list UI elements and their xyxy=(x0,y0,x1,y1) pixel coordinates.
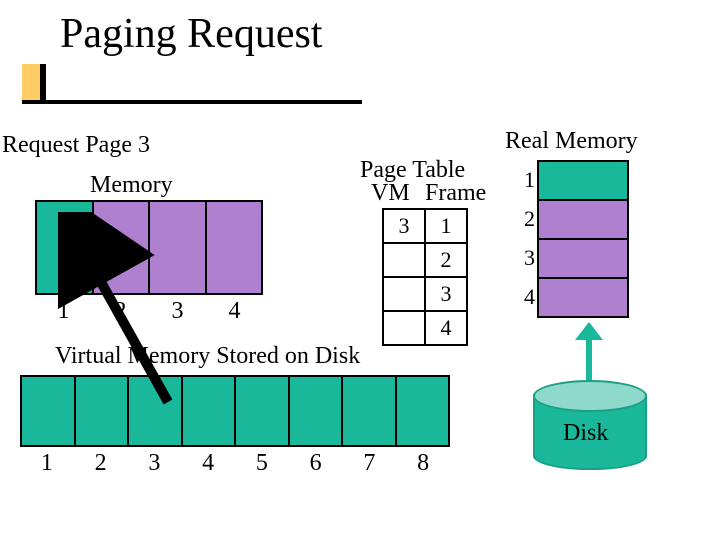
table-row: 2 xyxy=(383,243,467,277)
real-memory-index: 4 xyxy=(515,277,535,316)
real-memory-index: 3 xyxy=(515,238,535,277)
pt-vm-cell: 3 xyxy=(383,209,425,243)
disk-label: Disk xyxy=(563,420,608,447)
vm-disk-box xyxy=(20,375,450,447)
diagram-stage: Paging Request Request Page 3 Memory 1 2… xyxy=(0,0,720,540)
table-row xyxy=(538,278,628,317)
pt-frame-cell: 1 xyxy=(425,209,467,243)
vm-disk-index-row: 1 2 3 4 5 6 7 8 xyxy=(20,450,450,477)
memory-cell xyxy=(35,200,94,295)
request-page-label: Request Page 3 xyxy=(2,132,150,159)
memory-index: 2 xyxy=(92,298,149,325)
real-memory-frame xyxy=(538,239,628,278)
vm-disk-cell xyxy=(129,375,183,447)
vm-disk-cell xyxy=(397,375,451,447)
memory-label: Memory xyxy=(90,172,173,199)
vm-disk-index: 6 xyxy=(289,450,343,477)
pt-vm-cell xyxy=(383,311,425,345)
vm-disk-index: 8 xyxy=(396,450,450,477)
real-memory-index-col: 1 2 3 4 xyxy=(515,160,535,316)
vm-disk-cell xyxy=(290,375,344,447)
vm-disk-cell xyxy=(76,375,130,447)
pt-frame-cell: 2 xyxy=(425,243,467,277)
real-memory-table xyxy=(537,160,629,318)
pt-vm-cell xyxy=(383,243,425,277)
real-memory-index: 2 xyxy=(515,199,535,238)
table-row: 3 1 xyxy=(383,209,467,243)
vm-disk-index: 1 xyxy=(20,450,74,477)
arrow-up-stem xyxy=(586,335,592,383)
real-memory-frame xyxy=(538,161,628,200)
vm-disk-index: 4 xyxy=(181,450,235,477)
title-corner-accent xyxy=(22,64,44,102)
title-corner-vert xyxy=(42,64,46,104)
disk-cylinder-top xyxy=(533,380,647,412)
table-row xyxy=(538,239,628,278)
table-row xyxy=(538,161,628,200)
table-row: 3 xyxy=(383,277,467,311)
pt-vm-cell xyxy=(383,277,425,311)
memory-index: 1 xyxy=(35,298,92,325)
vm-disk-cell xyxy=(343,375,397,447)
real-memory-frame xyxy=(538,200,628,239)
vm-disk-cell xyxy=(236,375,290,447)
pt-frame-cell: 4 xyxy=(425,311,467,345)
real-memory-title: Real Memory xyxy=(505,128,638,155)
vm-disk-title: Virtual Memory Stored on Disk xyxy=(55,343,360,370)
page-title: Paging Request xyxy=(60,10,322,58)
table-row xyxy=(538,200,628,239)
memory-cell xyxy=(94,200,151,295)
real-memory-frame xyxy=(538,278,628,317)
vm-disk-cell xyxy=(20,375,76,447)
vm-disk-index: 2 xyxy=(74,450,128,477)
page-table-col-vm: VM xyxy=(371,180,410,207)
real-memory-index: 1 xyxy=(515,160,535,199)
vm-disk-index: 7 xyxy=(343,450,397,477)
memory-index-row: 1 2 3 4 xyxy=(35,298,263,325)
table-row: 4 xyxy=(383,311,467,345)
page-table: 3 1 2 3 4 xyxy=(382,208,468,346)
pt-frame-cell: 3 xyxy=(425,277,467,311)
title-underline xyxy=(22,100,362,104)
memory-box xyxy=(35,200,263,295)
vm-disk-index: 3 xyxy=(128,450,182,477)
memory-cell xyxy=(150,200,207,295)
page-table-col-frame: Frame xyxy=(425,180,486,207)
memory-index: 3 xyxy=(149,298,206,325)
memory-index: 4 xyxy=(206,298,263,325)
memory-cell xyxy=(207,200,264,295)
vm-disk-index: 5 xyxy=(235,450,289,477)
vm-disk-cell xyxy=(183,375,237,447)
